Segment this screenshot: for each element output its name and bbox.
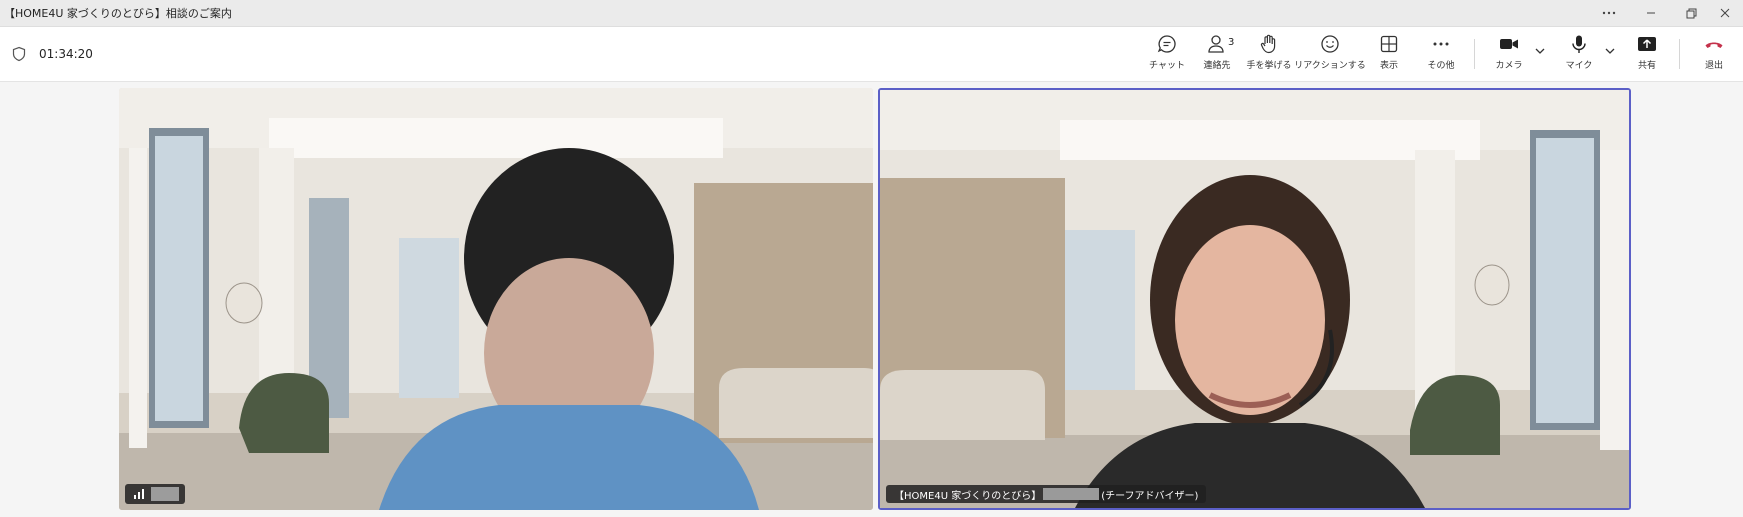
camera-options-chevron-icon[interactable] (1533, 44, 1547, 58)
shield-icon (12, 46, 26, 62)
connection-indicator (125, 484, 185, 504)
leave-label: 退出 (1704, 61, 1723, 71)
restore-icon[interactable] (1673, 0, 1709, 26)
view-label: 表示 (1379, 61, 1398, 71)
people-label: 連絡先 (1203, 61, 1231, 71)
window-title: 【HOME4U 家づくりのとびら】相談のご案内 (4, 7, 232, 20)
participant-name-prefix: 【HOME4U 家づくりのとびら】 (894, 490, 1042, 502)
hang-up-icon (1705, 42, 1723, 48)
more-icon[interactable] (1591, 0, 1627, 26)
view-button[interactable]: 表示 (1377, 33, 1401, 79)
redacted-name (1043, 488, 1100, 500)
react-label: リアクションする (1294, 61, 1366, 71)
people-button[interactable]: 3 連絡先 (1200, 33, 1234, 79)
active-speaker-video-tile[interactable]: 【HOME4U 家づくりのとびら】 (チーフアドバイザー) (878, 88, 1631, 510)
close-icon[interactable] (1707, 0, 1743, 26)
share-button[interactable]: 共有 (1636, 33, 1658, 79)
minimize-icon[interactable] (1633, 0, 1669, 26)
people-icon (1208, 35, 1224, 53)
leave-button[interactable]: 退出 (1702, 33, 1726, 79)
participant-count: 3 (1228, 37, 1235, 48)
participant-name-tag: 【HOME4U 家づくりのとびら】 (チーフアドバイザー) (886, 485, 1207, 503)
mic-options-chevron-icon[interactable] (1603, 44, 1617, 58)
chat-label: チャット (1149, 61, 1185, 71)
hand-icon (1260, 34, 1276, 54)
more-dots-icon (1433, 42, 1449, 46)
meeting-timer: 01:34:20 (39, 47, 93, 61)
video-feed (880, 90, 1629, 508)
participant-role: (チーフアドバイザー) (1101, 490, 1199, 502)
signal-strength-icon (134, 489, 144, 499)
meeting-toolbar: 01:34:20 チャット 3 連絡先 手を挙げる リアクションする 表示 その… (0, 27, 1743, 82)
share-label: 共有 (1637, 61, 1656, 71)
camera-icon (1500, 39, 1518, 49)
microphone-icon (1572, 35, 1586, 53)
share-icon (1638, 37, 1656, 51)
participant-video-tile[interactable] (119, 88, 873, 510)
mic-button[interactable]: マイク (1566, 33, 1592, 79)
chat-button[interactable]: チャット (1149, 33, 1185, 79)
toolbar-divider (1679, 39, 1680, 69)
camera-label: カメラ (1495, 61, 1523, 71)
more-button[interactable]: その他 (1426, 33, 1456, 79)
smiley-icon (1321, 35, 1339, 53)
toolbar-divider (1474, 39, 1475, 69)
redacted-name (151, 487, 179, 501)
more-label: その他 (1427, 61, 1455, 71)
mic-label: マイク (1565, 61, 1593, 71)
title-bar: 【HOME4U 家づくりのとびら】相談のご案内 (0, 0, 1743, 27)
video-stage: 【HOME4U 家づくりのとびら】 (チーフアドバイザー) (0, 82, 1743, 517)
video-feed (119, 88, 873, 510)
camera-button[interactable]: カメラ (1495, 33, 1523, 79)
raise-hand-label: 手を挙げる (1246, 61, 1292, 71)
grid-icon (1380, 35, 1398, 53)
raise-hand-button[interactable]: 手を挙げる (1246, 33, 1292, 79)
chat-icon (1157, 35, 1176, 53)
react-button[interactable]: リアクションする (1294, 33, 1366, 79)
